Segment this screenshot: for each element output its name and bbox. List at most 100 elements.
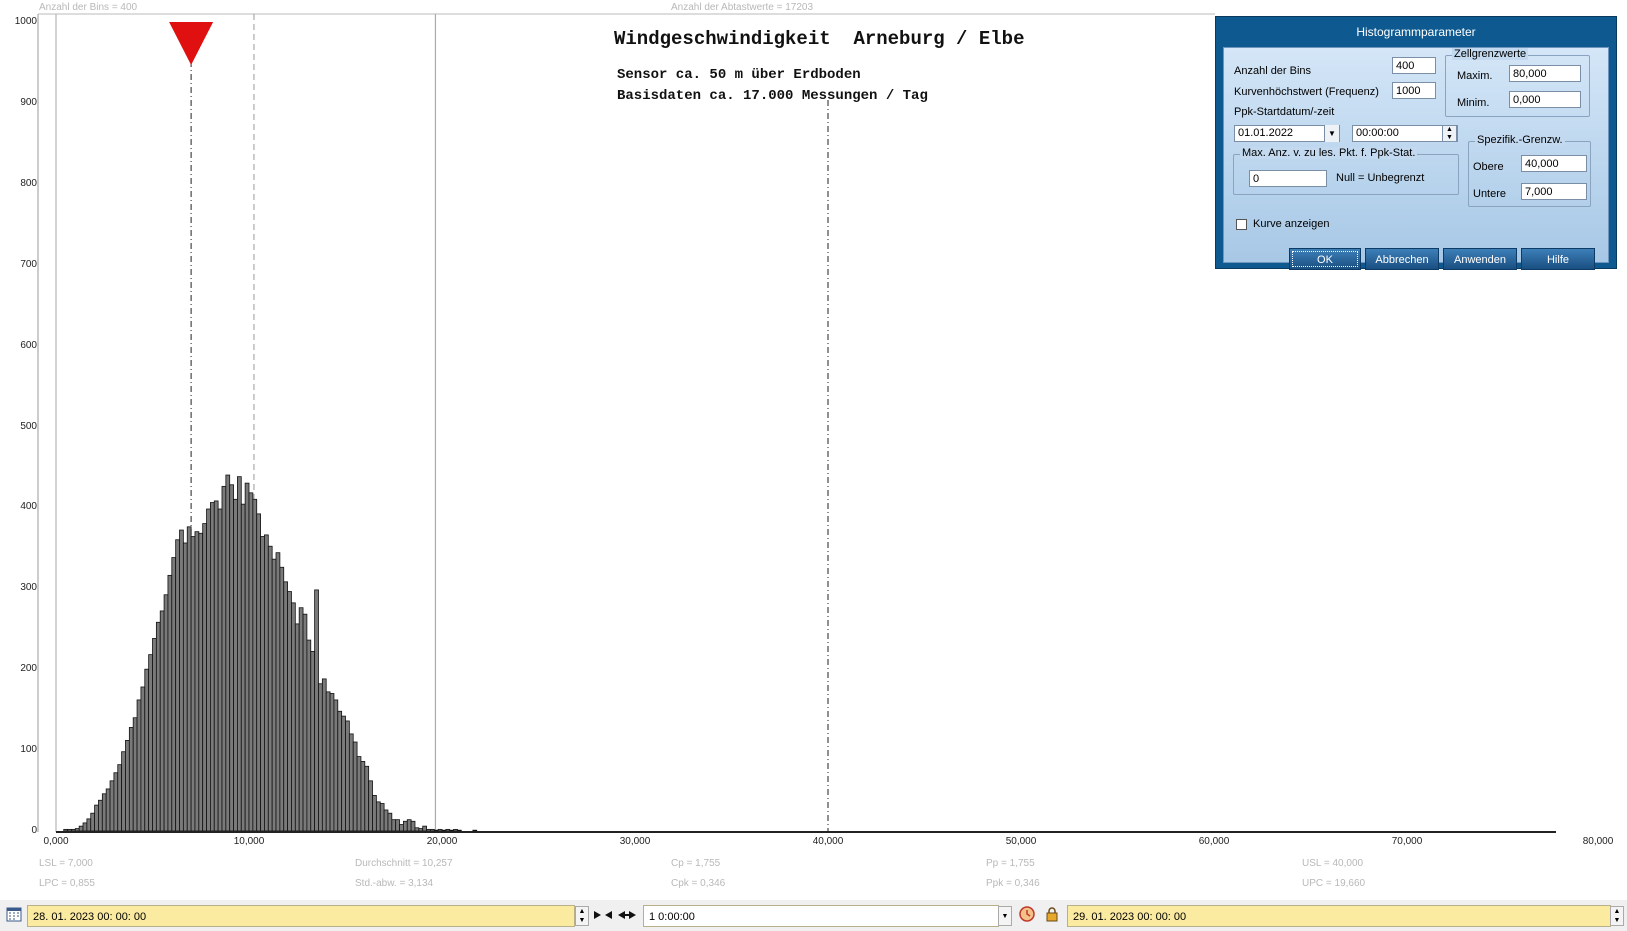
histogram-bar xyxy=(74,828,80,832)
histogram-bar xyxy=(63,828,68,832)
histogram-bar xyxy=(279,566,285,832)
max-input[interactable] xyxy=(1509,65,1581,82)
stat-pp: Pp = 1,755 xyxy=(986,858,1035,869)
histogram-bar xyxy=(422,825,427,832)
histogram-bar xyxy=(136,699,142,832)
min-label: Minim. xyxy=(1457,97,1490,109)
histogram-bar xyxy=(321,678,327,832)
histogram-bar xyxy=(348,733,354,832)
chevron-down-icon[interactable]: ▼ xyxy=(1324,125,1339,142)
histogram-bar xyxy=(237,476,242,832)
histogram-bar xyxy=(117,764,123,832)
spec-limits-title: Spezifik.-Grenzw. xyxy=(1475,134,1565,146)
max-points-input[interactable] xyxy=(1249,170,1327,187)
histogram-bar xyxy=(233,498,238,832)
curve-max-label: Kurvenhöchstwert (Frequenz) xyxy=(1234,86,1379,98)
histogram-bar xyxy=(360,761,366,832)
y-tick-label: 1000 xyxy=(14,16,37,27)
y-tick-label: 500 xyxy=(20,420,37,432)
y-tick-label: 700 xyxy=(20,258,37,270)
collapse-arrows-icon[interactable] xyxy=(592,906,614,926)
x-tick-label: 0,000 xyxy=(43,836,69,847)
min-input[interactable] xyxy=(1509,91,1581,108)
x-tick-label: 50,000 xyxy=(1005,836,1037,847)
clock-icon[interactable] xyxy=(1017,906,1037,926)
upper-limit-input[interactable] xyxy=(1521,155,1587,172)
histogram-bar xyxy=(314,589,319,832)
histogram-bar xyxy=(159,610,165,832)
histogram-bar xyxy=(414,827,420,832)
y-tick-label: 400 xyxy=(20,501,37,513)
stat-ppk: Ppk = 0,346 xyxy=(986,878,1040,889)
histogram-bar xyxy=(155,621,161,832)
x-tick-label: 60,000 xyxy=(1198,836,1230,847)
end-datetime-field[interactable]: 29. 01. 2023 00: 00: 00 xyxy=(1067,905,1611,927)
stat-std: Std.-abw. = 3,134 xyxy=(355,878,434,889)
histogram-bar xyxy=(152,638,157,832)
histogram-bar xyxy=(441,829,447,832)
time-spinner[interactable]: ▲ ▼ xyxy=(1442,125,1457,142)
dialog-title[interactable]: Histogrammparameter xyxy=(1216,17,1616,47)
start-time-value: 00:00:00 xyxy=(1356,127,1399,139)
interval-field[interactable]: 1 0:00:00 xyxy=(643,905,999,927)
histogram-bar xyxy=(71,828,76,832)
x-tick-label: 40,000 xyxy=(812,836,844,847)
curve-max-input[interactable] xyxy=(1392,82,1436,99)
bins-input[interactable] xyxy=(1392,57,1436,74)
histogram-bar xyxy=(445,828,451,832)
calendar-icon[interactable] xyxy=(4,906,24,926)
histogram-bar xyxy=(383,809,389,832)
histogram-bar xyxy=(171,557,177,832)
apply-button[interactable]: Anwenden xyxy=(1443,248,1517,270)
histogram-bar xyxy=(294,623,300,832)
histogram-bar xyxy=(105,788,111,832)
histogram-bar xyxy=(302,613,308,832)
cancel-button[interactable]: Abbrechen xyxy=(1365,248,1439,270)
histogram-bar xyxy=(221,485,227,832)
histogram-bar xyxy=(256,513,261,832)
cell-limits-title: Zellgrenzwerte xyxy=(1452,48,1529,60)
histogram-bar xyxy=(179,529,184,832)
histogram-bar xyxy=(229,484,234,832)
show-curve-checkbox[interactable] xyxy=(1236,219,1247,230)
start-datetime-field[interactable]: 28. 01. 2023 00: 00: 00 xyxy=(27,905,575,927)
histogram-bar xyxy=(121,751,126,832)
lock-icon[interactable] xyxy=(1042,906,1062,926)
start-date-dropdown[interactable]: 01.01.2022 ▼ xyxy=(1234,125,1340,142)
histogram-bar xyxy=(198,532,204,832)
cell-limits-group: Zellgrenzwerte Maxim. Minim. xyxy=(1445,48,1590,117)
start-datetime-spinner[interactable]: ▲ ▼ xyxy=(575,906,589,926)
histogram-bar xyxy=(163,594,169,832)
histogram-bar xyxy=(86,818,92,832)
ppk-start-label: Ppk-Startdatum/-zeit xyxy=(1234,106,1335,118)
help-button[interactable]: Hilfe xyxy=(1521,248,1595,270)
histogram-bar xyxy=(78,825,84,832)
max-points-group: Max. Anz. v. zu les. Pkt. f. Ppk-Stat. N… xyxy=(1233,147,1459,195)
histogram-bar xyxy=(175,539,180,832)
histogram-bar xyxy=(472,829,478,832)
histogram-bar xyxy=(186,526,192,832)
histogram-bar xyxy=(109,780,115,832)
chevron-down-icon[interactable]: ▼ xyxy=(998,906,1012,926)
histogram-bar xyxy=(275,552,281,832)
lower-limit-input[interactable] xyxy=(1521,183,1587,200)
histogram-bar xyxy=(217,508,223,832)
histogram-bar xyxy=(67,828,72,832)
expand-arrows-icon[interactable] xyxy=(616,906,638,926)
upper-limit-label: Obere xyxy=(1473,161,1504,173)
ok-button[interactable]: OK xyxy=(1289,248,1361,270)
start-time-field[interactable]: 00:00:00 ▲ ▼ xyxy=(1352,125,1458,142)
histogram-bar xyxy=(372,795,377,832)
histogram-bar xyxy=(449,829,454,832)
stat-lpc: LPC = 0,855 xyxy=(39,878,95,889)
end-datetime-spinner[interactable]: ▲ ▼ xyxy=(1610,906,1624,926)
histogram-bar xyxy=(410,820,416,832)
histogram-bar xyxy=(379,803,385,832)
stat-cpk: Cpk = 0,346 xyxy=(671,878,726,889)
x-tick-label: 10,000 xyxy=(233,836,265,847)
spec-limits-group: Spezifik.-Grenzw. Obere Untere xyxy=(1468,134,1591,207)
stat-upc: UPC = 19,660 xyxy=(1302,878,1366,889)
histogram-bar xyxy=(252,498,258,832)
histogram-bar xyxy=(287,591,292,832)
y-tick-label: 900 xyxy=(20,96,37,108)
